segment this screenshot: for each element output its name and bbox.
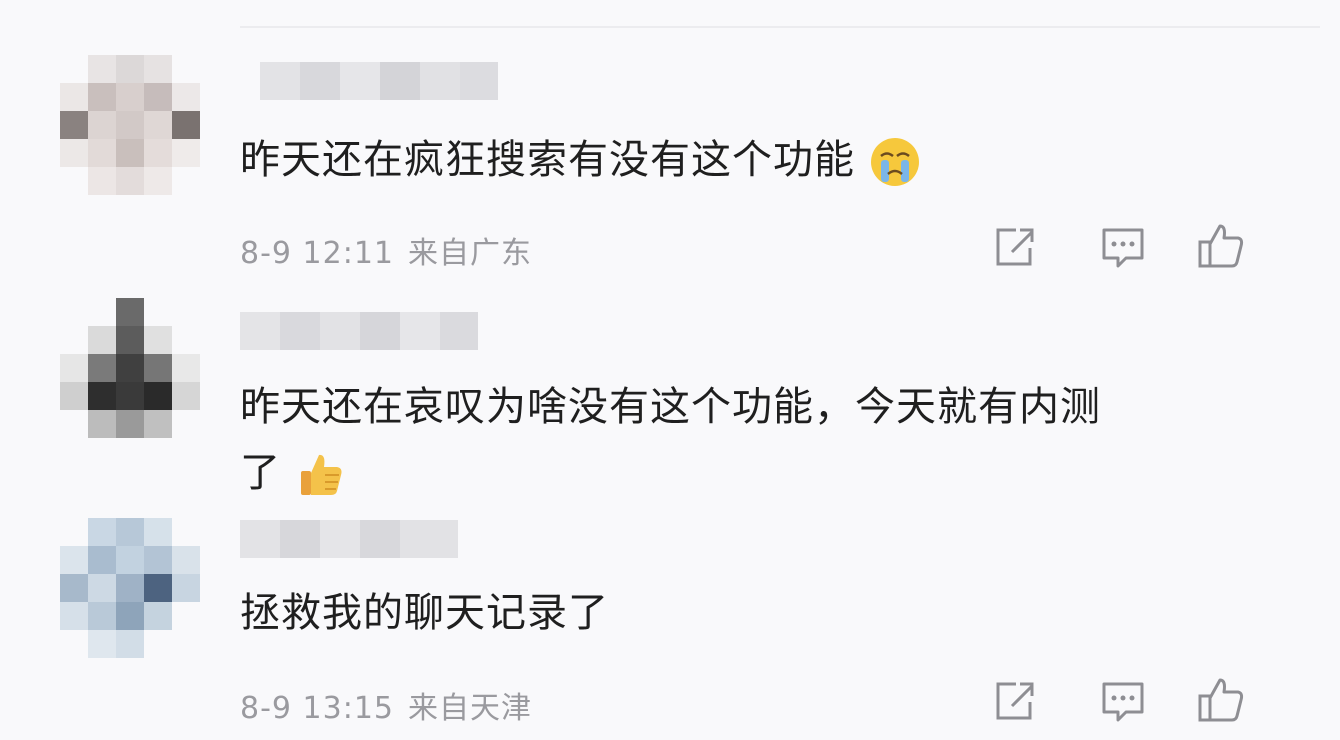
comment-text: 昨天还在疯狂搜索有没有这个功能 (240, 127, 1240, 193)
username-blurred[interactable] (240, 520, 460, 560)
comment-button[interactable] (1098, 676, 1148, 726)
comment-actions (990, 676, 1250, 726)
comment-button[interactable] (1098, 222, 1148, 272)
comment-text-line1: 昨天还在哀叹为啥没有这个功能，今天就有内测 (240, 384, 1101, 430)
like-button[interactable] (1196, 222, 1246, 272)
comment-text: 昨天还在哀叹为啥没有这个功能，今天就有内测 了 (240, 374, 1240, 506)
username-blurred[interactable] (240, 62, 500, 102)
like-icon (1198, 678, 1244, 722)
share-button[interactable] (990, 676, 1040, 726)
comment-location: 来自天津 (408, 691, 532, 726)
comment-text-content: 昨天还在疯狂搜索有没有这个功能 (240, 137, 855, 183)
comment-icon (1102, 228, 1144, 268)
avatar[interactable] (60, 298, 200, 438)
comment-text-line2-content: 了 (240, 450, 281, 496)
like-icon (1198, 224, 1244, 268)
share-icon (996, 682, 1034, 720)
share-button[interactable] (990, 222, 1040, 272)
comment-date: 8-9 13:15 (240, 691, 394, 726)
comment-text-content: 拯救我的聊天记录了 (240, 590, 609, 636)
username-blurred[interactable] (240, 312, 480, 352)
comment-text-line2: 了 (240, 440, 1240, 506)
comment-meta: 8-9 13:15 来自天津 (240, 683, 546, 727)
crying-face-emoji (871, 138, 919, 186)
comment-actions (990, 222, 1250, 272)
avatar[interactable] (60, 518, 200, 658)
thumbs-up-emoji (301, 454, 342, 495)
avatar[interactable] (60, 55, 200, 195)
comment-meta: 8-9 12:11 来自广东 (240, 228, 546, 272)
like-button[interactable] (1196, 676, 1246, 726)
comment-date: 8-9 12:11 (240, 236, 394, 271)
comment-location: 来自广东 (408, 236, 532, 271)
comment-icon (1102, 682, 1144, 722)
comment-text: 拯救我的聊天记录了 (240, 580, 1240, 646)
share-icon (996, 228, 1034, 266)
top-divider (240, 26, 1320, 28)
